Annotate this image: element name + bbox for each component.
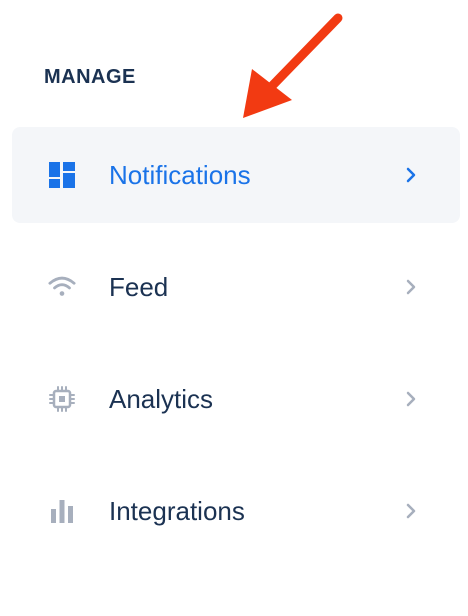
chevron-right-icon xyxy=(406,391,416,407)
chevron-right-icon xyxy=(406,503,416,519)
sidebar-item-integrations[interactable]: Integrations xyxy=(12,463,460,559)
sidebar-item-label: Feed xyxy=(109,272,169,302)
sidebar-menu: Notifications Feed Analytics Integration… xyxy=(12,127,460,575)
bar-chart-icon xyxy=(48,497,76,525)
sidebar-item-notifications[interactable]: Notifications xyxy=(12,127,460,223)
section-heading: MANAGE xyxy=(44,66,136,88)
chip-icon xyxy=(48,385,76,413)
wifi-icon xyxy=(48,273,76,301)
sidebar-item-label: Notifications xyxy=(109,160,251,190)
sidebar-item-feed[interactable]: Feed xyxy=(12,239,460,335)
sidebar-item-label: Integrations xyxy=(109,496,245,526)
sidebar-item-analytics[interactable]: Analytics xyxy=(12,351,460,447)
sidebar-item-label: Analytics xyxy=(109,384,214,414)
dashboard-icon xyxy=(48,161,76,189)
chevron-right-icon xyxy=(406,167,416,183)
chevron-right-icon xyxy=(406,279,416,295)
